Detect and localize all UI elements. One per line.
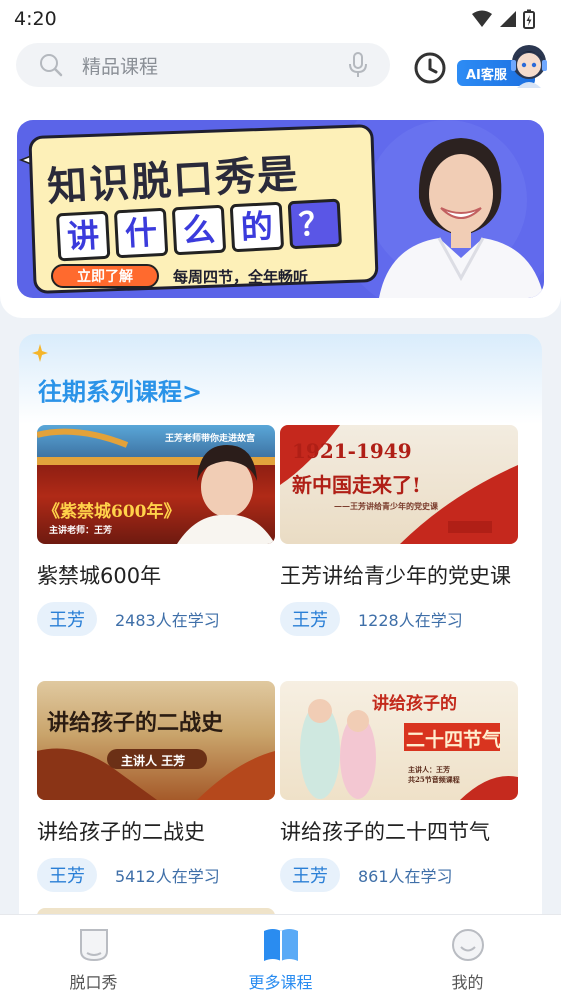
banner-char: 什	[113, 207, 169, 259]
banner-char: ？	[287, 198, 343, 250]
nav-label: 更多课程	[248, 973, 313, 992]
thumbnail-sub-text-2: 共25节音频课程	[408, 775, 460, 784]
thumbnail-top-text: 讲给孩子的	[372, 694, 457, 714]
course-meta: 王芳 861人在学习	[280, 858, 518, 892]
course-card[interactable]: 讲给孩子的二战史 主讲人 王芳 讲给孩子的二战史 王芳 5412人在学习	[37, 681, 275, 892]
course-thumbnail[interactable]: 王芳老师带你走进故宫 《紫禁城600年》 主讲老师：王芳	[37, 425, 275, 544]
course-thumbnail[interactable]: 讲给孩子的二战史 主讲人 王芳	[37, 681, 275, 800]
banner-char: 么	[171, 204, 227, 256]
course-card[interactable]: 王芳老师带你走进故宫 《紫禁城600年》 主讲老师：王芳 紫禁城600年 王芳 …	[37, 425, 275, 636]
thumbnail-top-text: 1921-1949	[292, 439, 412, 463]
banner-cta-button[interactable]: 立即了解	[51, 264, 159, 288]
thumbnail-art	[37, 748, 275, 800]
learner-count: 5412人在学习	[115, 867, 220, 886]
teacher-badge: 王芳	[37, 602, 97, 636]
book-icon	[263, 929, 298, 961]
ai-avatar-icon	[511, 45, 547, 88]
search-icon	[40, 54, 63, 77]
thumbnail-sub-text: 主讲老师：王芳	[49, 526, 113, 536]
teacher-badge: 王芳	[280, 858, 340, 892]
learner-count: 2483人在学习	[115, 611, 220, 630]
presenter-photo	[379, 138, 544, 298]
thumbnail-sub-text: ——王芳讲给青少年的党史课	[334, 501, 438, 511]
sparkle-icon	[32, 344, 48, 362]
status-time: 4:20	[14, 8, 57, 30]
course-title[interactable]: 紫禁城600年	[37, 562, 275, 590]
nav-label: 脱口秀	[69, 973, 118, 992]
learner-count: 861人在学习	[358, 867, 453, 886]
thumbnail-top-text: 王芳老师带你走进故宫	[165, 434, 256, 444]
thumbnail-sub-text: 主讲人 王芳	[121, 754, 186, 768]
course-title[interactable]: 讲给孩子的二十四节气	[280, 818, 518, 846]
profile-icon	[451, 929, 484, 961]
bottom-nav: 脱口秀 更多课程 我的	[0, 914, 561, 999]
nav-label: 我的	[451, 973, 484, 992]
banner-char: 的	[229, 201, 285, 253]
thumbnail-main-text: 讲给孩子的二战史	[47, 710, 224, 736]
nav-item-more-courses[interactable]: 更多课程	[187, 915, 374, 999]
course-meta: 王芳 2483人在学习	[37, 602, 275, 636]
thumbnail-sub-text: 主讲人：王芳	[408, 765, 450, 774]
thumbnail-main-text: 二十四节气	[406, 729, 502, 751]
microphone-icon[interactable]	[348, 52, 368, 78]
wifi-icon	[472, 10, 492, 27]
talk-show-icon	[79, 929, 108, 962]
course-series-section: 往期系列课程> 王芳老师带你走进故宫 《紫禁城600年》 主讲老师：王芳 紫禁城…	[19, 334, 542, 934]
battery-icon	[523, 9, 535, 29]
course-card[interactable]: 讲给孩子的 二十四节气 主讲人：王芳 共25节音频课程 讲给孩子的二十四节气 王…	[280, 681, 518, 892]
search-input[interactable]: 精品课程	[16, 43, 390, 87]
teacher-badge: 王芳	[280, 602, 340, 636]
signal-icon	[500, 11, 516, 27]
top-panel: 精品课程 AI客服 知识脱口秀是 讲 什 么 的 ？ 立即了解 每周四节，全年畅…	[0, 38, 561, 318]
nav-item-profile[interactable]: 我的	[374, 915, 561, 999]
course-thumbnail[interactable]: 讲给孩子的 二十四节气 主讲人：王芳 共25节音频课程	[280, 681, 518, 800]
course-title[interactable]: 王芳讲给青少年的党史课	[280, 562, 518, 590]
teacher-badge: 王芳	[37, 858, 97, 892]
banner-char: 讲	[55, 210, 111, 262]
banner-subtitle: 每周四节，全年畅听	[173, 268, 309, 286]
search-placeholder: 精品课程	[82, 55, 159, 78]
thumbnail-main-text: 新中国走来了!	[292, 473, 421, 497]
course-card[interactable]: 1921-1949 新中国走来了! ——王芳讲给青少年的党史课 王芳讲给青少年的…	[280, 425, 518, 636]
course-meta: 王芳 1228人在学习	[280, 602, 518, 636]
status-icons	[471, 9, 535, 29]
ai-service-button[interactable]: AI客服	[457, 42, 552, 88]
section-title-link[interactable]: 往期系列课程>	[38, 372, 202, 407]
course-thumbnail[interactable]: 1921-1949 新中国走来了! ——王芳讲给青少年的党史课	[280, 425, 518, 544]
promo-banner[interactable]: 知识脱口秀是 讲 什 么 的 ？ 立即了解 每周四节，全年畅听	[17, 120, 544, 298]
thumbnail-main-text: 《紫禁城600年》	[43, 502, 181, 522]
course-title[interactable]: 讲给孩子的二战史	[37, 818, 275, 846]
nav-item-talk-show[interactable]: 脱口秀	[0, 915, 187, 999]
status-bar: 4:20	[0, 0, 561, 38]
course-meta: 王芳 5412人在学习	[37, 858, 275, 892]
history-clock-icon[interactable]	[412, 50, 448, 86]
learner-count: 1228人在学习	[358, 611, 463, 630]
